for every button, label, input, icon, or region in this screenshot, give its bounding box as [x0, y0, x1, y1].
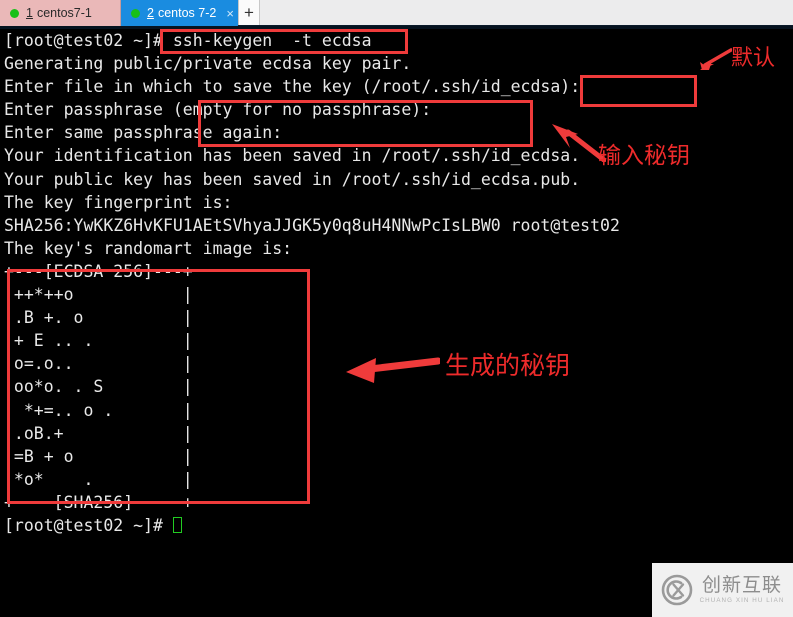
terminal-line: |=B + o | — [4, 446, 193, 466]
terminal-line: Your public key has been saved in /root/… — [4, 169, 581, 189]
terminal-line: |.B +. o | — [4, 308, 193, 328]
shell-prompt: [root@test02 ~]# — [4, 515, 173, 535]
close-icon[interactable]: × — [216, 7, 234, 20]
tab-index: 2 — [147, 6, 154, 20]
text-cursor — [172, 516, 182, 533]
terminal-line: |++*++o | — [4, 285, 193, 305]
terminal-line: +---[ECDSA 256]---+ — [4, 261, 193, 281]
terminal-line: Enter same passphrase again: — [4, 123, 283, 143]
cx-circle-logo-icon — [661, 574, 692, 606]
watermark: 创新互联 CHUANG XIN HU LIAN — [652, 563, 793, 617]
terminal-line: Enter passphrase (empty for no passphras… — [4, 100, 432, 120]
watermark-text: 创新互联 CHUANG XIN HU LIAN — [699, 573, 785, 605]
terminal-line: |o=.o.. | — [4, 354, 193, 374]
watermark-pinyin: CHUANG XIN HU LIAN — [699, 597, 785, 605]
new-tab-button[interactable]: + — [238, 0, 260, 25]
terminal-line: The key fingerprint is: — [4, 192, 233, 212]
terminal-prompt-line: [root@test02 ~]# — [4, 514, 793, 537]
annotation-label-randomart: 生成的秘钥 — [445, 351, 571, 380]
terminal-line: [root@test02 ~]# ssh-keygen -t ecdsa — [4, 31, 372, 50]
tab-label: centos7-1 — [36, 6, 92, 20]
tab-label: centos 7-2 — [157, 6, 217, 20]
tab-centos7-1[interactable]: 1 centos7-1 — [0, 0, 121, 26]
tab-bar-empty-area — [260, 0, 793, 25]
watermark-cn: 创新互联 — [701, 573, 782, 596]
tab-index: 1 — [26, 6, 33, 20]
annotation-label-passphrase: 输入秘钥 — [598, 143, 690, 169]
terminal-output[interactable]: [root@test02 ~]# ssh-keygen -t ecdsa Gene… — [0, 29, 793, 617]
terminal-line: |.oB.+ | — [4, 423, 193, 443]
terminal-line: Enter file in which to save the key (/ro… — [4, 77, 581, 97]
terminal-line: Generating public/private ecdsa key pair… — [4, 54, 412, 74]
terminal-line: +----[SHA256]-----+ — [4, 492, 193, 512]
terminal-line: |oo*o. . S | — [4, 377, 193, 397]
terminal-line: SHA256:YwKKZ6HvKFU1AEtSVhyaJJGK5y0q8uH4N… — [4, 215, 620, 235]
tab-status-dot-icon — [131, 8, 140, 18]
terminal-line: The key's randomart image is: — [4, 238, 293, 258]
terminal-line: |+ E .. . | — [4, 331, 193, 351]
terminal-line: |*o* . | — [4, 469, 193, 489]
terminal-line: | *+=.. o . | — [4, 400, 193, 420]
tab-bar: 1 centos7-1 2 centos 7-2 × + — [0, 0, 793, 26]
tab-status-dot-icon — [10, 8, 19, 18]
terminal-window: 1 centos7-1 2 centos 7-2 × + [root@test0… — [0, 0, 793, 617]
annotation-label-default: 默认 — [731, 46, 776, 71]
tab-centos7-2[interactable]: 2 centos 7-2 × — [121, 0, 238, 26]
